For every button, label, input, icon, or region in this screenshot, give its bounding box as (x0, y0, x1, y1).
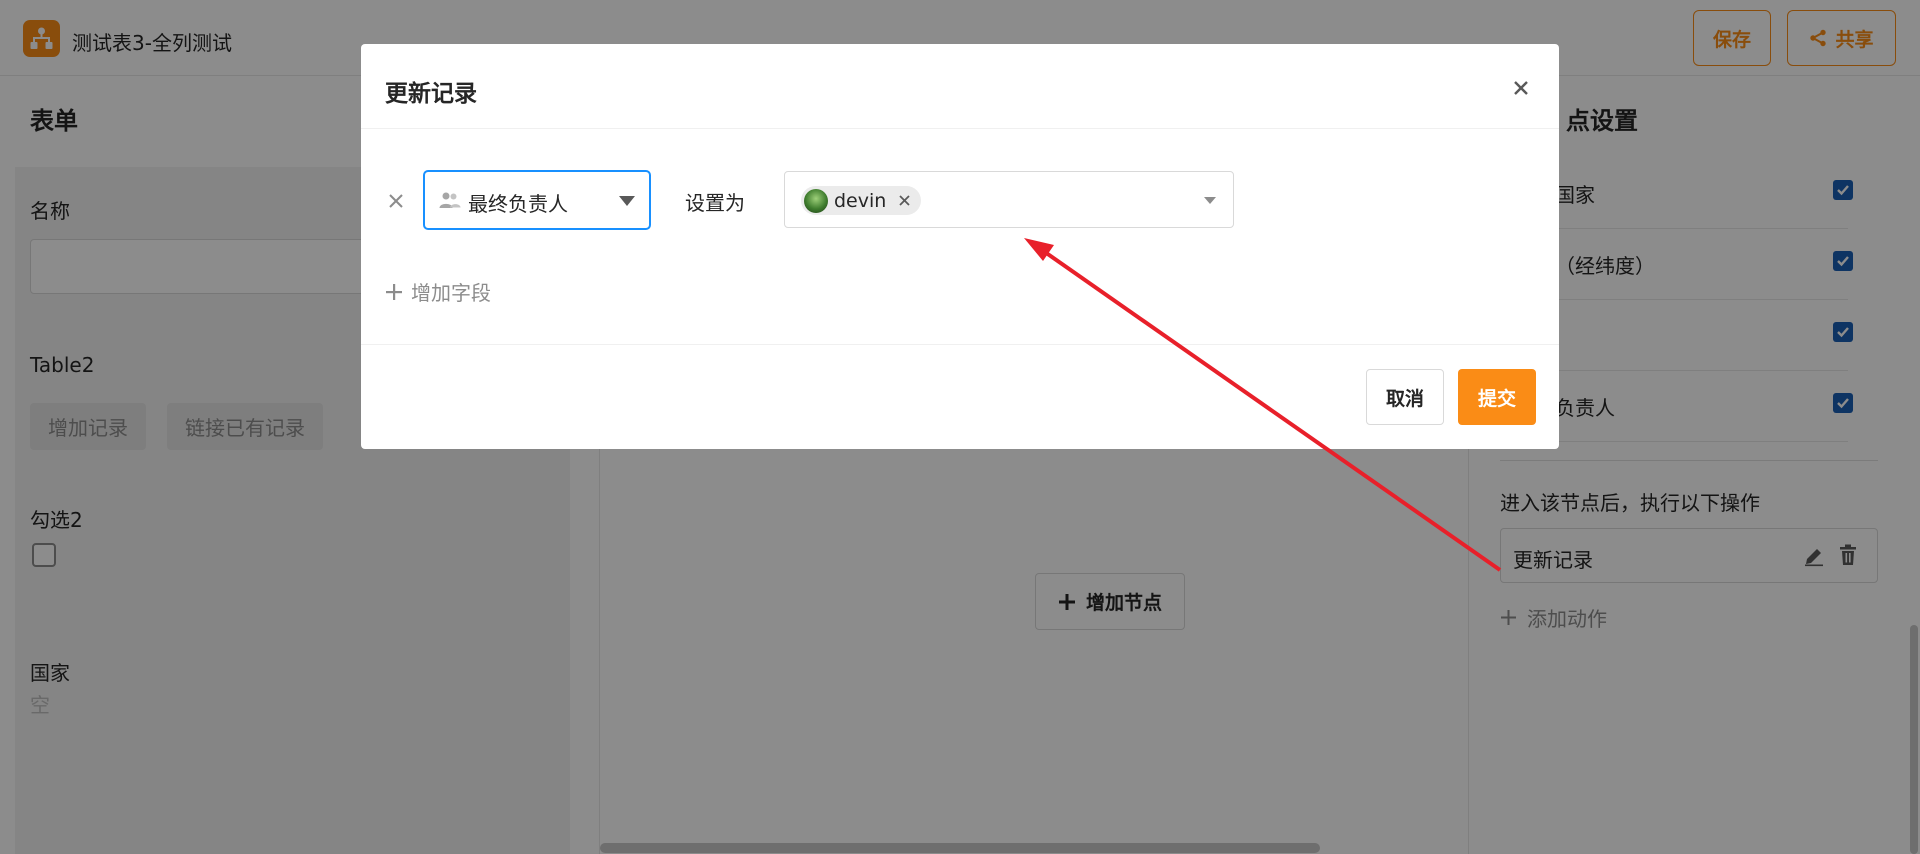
submit-button[interactable]: 提交 (1458, 369, 1536, 425)
set-as-label: 设置为 (685, 191, 745, 215)
modal-title: 更新记录 (385, 81, 477, 107)
plus-icon (386, 283, 402, 300)
user-tag: devin (801, 186, 922, 215)
remove-row-icon[interactable] (385, 190, 407, 212)
users-icon (439, 192, 461, 208)
caret-down-icon (619, 196, 635, 206)
caret-down-icon (1204, 197, 1216, 204)
add-field-button[interactable]: 增加字段 (385, 277, 491, 306)
modal-header-divider (361, 128, 1559, 129)
field-select[interactable]: 最终负责人 (423, 170, 651, 230)
add-field-label: 增加字段 (411, 281, 491, 305)
field-select-value: 最终负责人 (468, 192, 568, 216)
user-tag-label: devin (834, 189, 887, 212)
close-icon[interactable] (1509, 76, 1533, 100)
cancel-button[interactable]: 取消 (1366, 369, 1444, 425)
cancel-button-label: 取消 (1385, 387, 1424, 410)
modal-footer-divider (361, 344, 1559, 345)
update-record-modal: 更新记录 最终负责人 设置为 devin 增加字段 取消 提交 (361, 44, 1559, 449)
submit-button-label: 提交 (1477, 387, 1516, 410)
avatar (804, 188, 828, 213)
tag-close-icon[interactable] (898, 194, 911, 207)
value-select[interactable]: devin (784, 171, 1234, 228)
